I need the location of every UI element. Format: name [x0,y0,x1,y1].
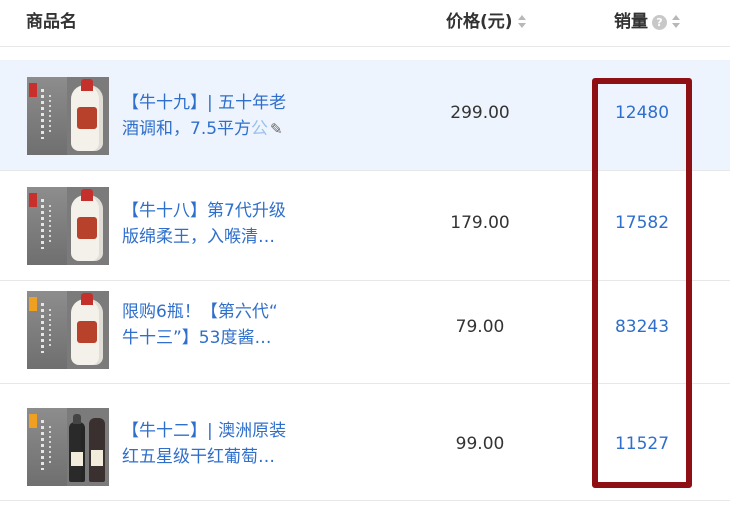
product-price: 299.00 [450,103,510,123]
product-price: 79.00 [455,317,505,337]
product-title-line: 【牛十八】第7代升级 [122,201,286,221]
table-row: 限购6瓶！【第六代“ 牛十三”】53度酱… 79.00 83243 [0,281,730,384]
product-thumbnail[interactable] [27,77,109,155]
product-title-faded: 公 [251,119,269,139]
column-header-sales[interactable]: 销量? [614,10,680,34]
product-title-line: 版绵柔王，入喉清… [122,227,275,247]
product-title-link[interactable]: 【牛十二】| 澳洲原装 红五星级干红葡萄… [122,418,322,470]
table-row: 【牛十九】| 五十年老 酒调和，7.5平方公 ✎ 299.00 12480 [0,60,730,171]
product-title-link[interactable]: 限购6瓶！【第六代“ 牛十三”】53度酱… [122,299,322,351]
pencil-icon[interactable]: ✎ [270,116,283,142]
column-header-name-label: 商品名 [26,12,77,32]
product-sales[interactable]: 11527 [592,434,692,454]
product-title-line: 【牛十二】| 澳洲原装 [122,421,287,441]
product-title-link[interactable]: 【牛十八】第7代升级 版绵柔王，入喉清… [122,198,322,250]
column-header-sales-label: 销量 [614,12,648,32]
table-row: 【牛十八】第7代升级 版绵柔王，入喉清… 179.00 17582 [0,171,730,281]
column-header-price[interactable]: 价格(元) [446,10,526,34]
product-sales[interactable]: 17582 [592,213,692,233]
product-sales[interactable]: 12480 [592,103,692,123]
sort-icon[interactable] [672,15,680,29]
product-thumbnail[interactable] [27,408,109,486]
product-sales[interactable]: 83243 [592,317,692,337]
table-header: 商品名 价格(元) 销量? [0,0,730,47]
table-row: 【牛十二】| 澳洲原装 红五星级干红葡萄… 99.00 11527 [0,390,730,501]
product-price: 99.00 [455,434,505,454]
product-title-line: 限购6瓶！【第六代“ [122,302,278,322]
product-title-line: 酒调和，7.5平方公 ✎ [122,116,322,142]
product-title-line: 牛十三”】53度酱… [122,328,272,348]
product-thumbnail[interactable] [27,187,109,265]
question-icon[interactable]: ? [652,14,667,30]
sort-icon[interactable] [517,15,526,29]
column-header-name: 商品名 [26,10,77,34]
product-price: 179.00 [450,213,510,233]
product-thumbnail[interactable] [27,291,109,369]
product-title-line: 【牛十九】| 五十年老 [122,93,287,113]
column-header-price-label: 价格(元) [446,12,513,32]
product-title-link[interactable]: 【牛十九】| 五十年老 酒调和，7.5平方公 ✎ [122,90,322,142]
product-title-line: 红五星级干红葡萄… [122,447,275,467]
